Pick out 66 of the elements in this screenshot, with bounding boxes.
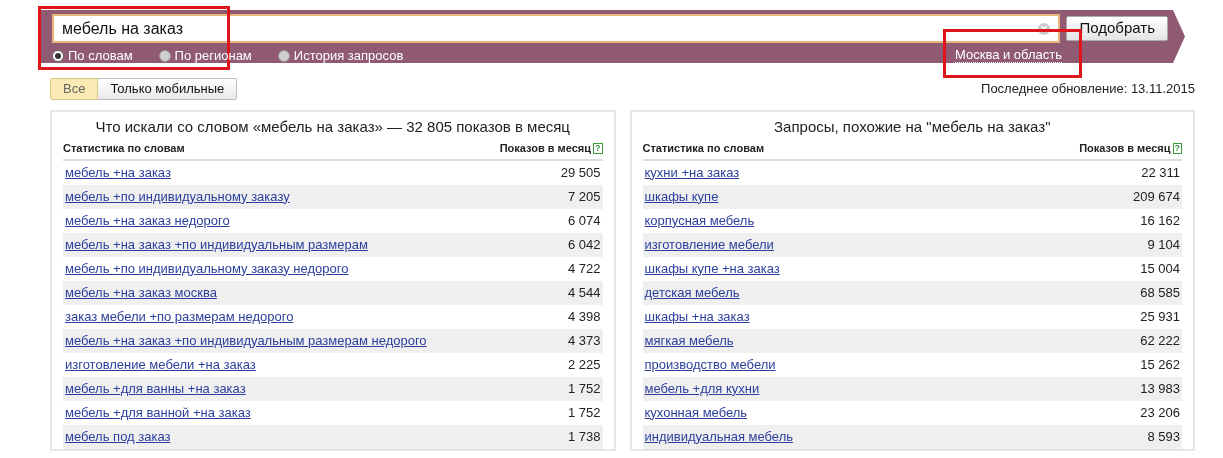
mode-radio[interactable]: История запросов <box>277 46 404 66</box>
panel-title: Запросы, похожие на "мебель на заказ" <box>773 118 1052 136</box>
keyword-link[interactable]: мебель +на заказ москва <box>65 282 217 303</box>
keyword-link[interactable]: корпусная мебель <box>644 210 755 231</box>
keyword-link[interactable]: мягкая мебель <box>644 330 734 351</box>
keyword-link[interactable]: мебель под заказ <box>65 426 171 447</box>
keyword-link[interactable]: кухонная мебель <box>644 402 748 423</box>
keyword-link[interactable]: шкафы купе <box>644 186 719 207</box>
count-cell-text: 68 585 <box>1140 283 1180 302</box>
help-icon[interactable]: ? <box>1172 142 1182 154</box>
count-cell-text: 22 311 <box>1141 163 1180 182</box>
pick-button[interactable]: Подобрать <box>1066 16 1168 41</box>
count-cell-text: 13 983 <box>1140 379 1180 398</box>
count-cell-text: 23 206 <box>1140 403 1180 422</box>
filter-tab[interactable]: Все <box>50 78 99 100</box>
mode-radio[interactable]: По регионам <box>158 46 252 66</box>
count-cell-text: 62 222 <box>1140 331 1180 350</box>
count-cell-text: 6 042 <box>567 235 601 254</box>
keyword-link[interactable]: изготовление мебели <box>644 234 774 255</box>
count-cell-text: 15 004 <box>1140 259 1180 278</box>
keyword-link[interactable]: производство мебели <box>644 354 776 375</box>
count-cell-text: 7 205 <box>567 187 601 206</box>
count-cell-text: 2 225 <box>567 355 601 374</box>
keyword-link[interactable]: мебель +на заказ +по индивидуальным размерам недорого <box>65 330 427 351</box>
keyword-link[interactable]: мебель +для ванной +на заказ <box>65 402 251 423</box>
count-cell-text: 8 593 <box>1147 427 1180 446</box>
keyword-link[interactable]: мебель +на заказ +по индивидуальным размерам <box>65 234 368 255</box>
keyword-link[interactable]: мебель +по индивидуальному заказу недорого <box>65 258 349 279</box>
last-update-text: Последнее обновление: 13.11.2015 <box>981 80 1195 99</box>
count-cell-text: 29 505 <box>560 163 601 182</box>
filter-tab[interactable]: Только мобильные <box>98 78 238 100</box>
keyword-link[interactable]: шкафы купе +на заказ <box>644 258 780 279</box>
count-cell-text: 4 398 <box>567 307 601 326</box>
count-cell-text: 4 722 <box>567 259 601 278</box>
count-cell-text: 25 931 <box>1140 307 1180 326</box>
keyword-link[interactable]: мебель +по индивидуальному заказу <box>65 186 290 207</box>
keyword-link[interactable]: мебель +для кухни <box>644 378 760 399</box>
count-cell-text: 4 544 <box>567 283 601 302</box>
mode-radio[interactable]: По словам <box>52 46 133 66</box>
keyword-link[interactable]: заказ мебели +по размерам недорого <box>65 306 294 327</box>
count-cell-text: 4 373 <box>567 331 601 350</box>
clear-icon[interactable] <box>1038 22 1051 35</box>
keyword-link[interactable]: мебель +на заказ <box>65 162 171 183</box>
region-link[interactable]: Москва и область <box>955 48 1062 64</box>
count-cell-text: 1 738 <box>567 427 601 446</box>
keyword-link[interactable]: кухни +на заказ <box>644 162 740 183</box>
count-cell-text: 9 104 <box>1147 235 1180 254</box>
keyword-link[interactable]: мебель +на заказ недорого <box>65 210 230 231</box>
help-icon[interactable]: ? <box>593 142 603 154</box>
count-cell-text: 209 674 <box>1133 187 1180 206</box>
column-header: Показов в месяц <box>1079 141 1171 156</box>
panel-title: Что искали со словом «мебель на заказ» — 32 805 показов в месяц <box>94 118 571 136</box>
column-header: Статистика по словам <box>642 141 764 156</box>
count-cell-text: 15 262 <box>1140 355 1180 374</box>
column-header: Показов в месяц <box>499 141 591 156</box>
keyword-link[interactable]: изготовление мебели +на заказ <box>65 354 256 375</box>
keyword-link[interactable]: мебель +для ванны +на заказ <box>65 378 246 399</box>
count-cell-text: 1 752 <box>567 379 601 398</box>
count-cell-text: 16 162 <box>1140 211 1180 230</box>
column-header: Статистика по словам <box>63 141 185 156</box>
search-field[interactable]: мебель на заказ <box>52 14 1061 43</box>
count-cell-text: 1 752 <box>567 403 601 422</box>
keyword-link[interactable]: шкафы +на заказ <box>644 306 750 327</box>
keyword-link[interactable]: индивидуальная мебель <box>644 426 794 447</box>
keyword-link[interactable]: детская мебель <box>644 282 740 303</box>
count-cell-text: 6 074 <box>567 211 601 230</box>
